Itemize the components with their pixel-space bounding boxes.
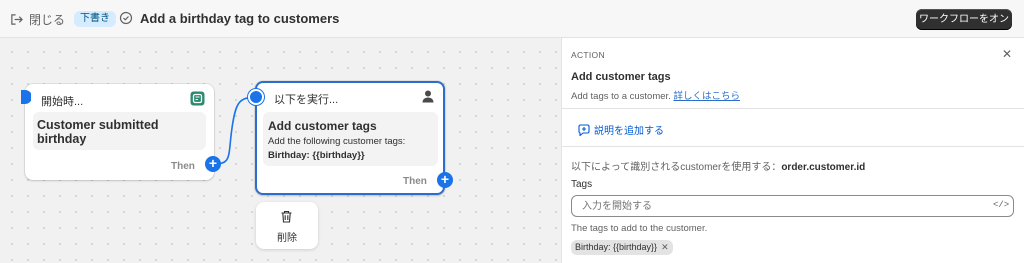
action-body: Add customer tags Add the following cust… (263, 112, 438, 166)
action-config-panel: ACTION ✕ Add customer tags Add tags to a… (561, 38, 1024, 263)
action-description: Add the following customer tags: (268, 136, 406, 147)
add-description-label: 説明を追加する (594, 126, 664, 137)
panel-subtitle: Add tags to a customer. 詳しくはこちら (571, 88, 740, 102)
trigger-marker-icon (21, 90, 31, 104)
status-check-icon (119, 11, 133, 25)
comment-plus-icon (578, 123, 590, 136)
action-then-label: Then (403, 176, 427, 187)
close-label: 閉じる (29, 13, 66, 27)
close-button[interactable]: 閉じる (10, 11, 65, 28)
action-input-connector[interactable] (248, 89, 264, 105)
action-add-step-button[interactable]: + (437, 172, 453, 188)
learn-more-link[interactable]: 詳しくはこちら (673, 91, 740, 102)
used-customer-value: order.customer.id (781, 162, 866, 173)
trash-icon (281, 210, 292, 223)
tag-chip: Birthday: {{birthday}} ✕ (571, 240, 673, 255)
top-bar: 閉じる 下書き Add a birthday tag to customers … (0, 0, 1024, 38)
remove-tag-icon[interactable]: ✕ (661, 240, 669, 255)
action-node[interactable]: 以下を実行... Add customer tags Add the follo… (255, 81, 445, 195)
code-icon[interactable]: </> (993, 200, 1009, 210)
draft-badge: 下書き (74, 11, 116, 27)
shopify-flow-icon (190, 91, 205, 106)
trigger-node[interactable]: 開始時... Customer submitted birthday Then (21, 84, 214, 180)
tags-input[interactable] (571, 195, 1014, 217)
tags-label: Tags (571, 179, 593, 190)
divider (562, 108, 1024, 109)
trigger-title: Customer submitted birthday (37, 118, 159, 146)
trigger-add-step-button[interactable]: + (205, 156, 221, 172)
action-title: Add customer tags (268, 119, 377, 133)
exit-icon (11, 14, 23, 25)
used-customer-text: 以下によって識別されるcustomerを使用する：order.customer.… (571, 158, 865, 173)
panel-title: Add customer tags (571, 71, 671, 83)
action-header-label: 以下を実行... (274, 94, 339, 106)
turn-on-workflow-button[interactable]: ワークフローをオン (916, 9, 1012, 30)
panel-subtitle-text: Add tags to a customer. (571, 91, 671, 102)
trigger-header-label: 開始時... (41, 96, 84, 108)
divider (562, 146, 1024, 147)
workflow-title: Add a birthday tag to customers (140, 11, 340, 26)
workflow-canvas[interactable]: 開始時... Customer submitted birthday Then … (0, 38, 561, 263)
tags-help-text: The tags to add to the customer. (571, 223, 708, 234)
trigger-then-label: Then (171, 161, 195, 172)
delete-step-button[interactable]: 削除 (256, 202, 318, 249)
trigger-body: Customer submitted birthday (33, 112, 206, 150)
panel-section-label: ACTION (571, 50, 605, 60)
close-icon[interactable]: ✕ (1002, 47, 1012, 61)
used-customer-label: 以下によって識別されるcustomerを使用する： (571, 162, 782, 173)
tag-chip-label: Birthday: {{birthday}} (575, 242, 658, 252)
action-tag: Birthday: {{birthday}} (268, 150, 365, 161)
delete-label: 削除 (277, 233, 297, 244)
add-description-button[interactable]: 説明を追加する (578, 122, 664, 137)
person-icon (422, 90, 434, 103)
